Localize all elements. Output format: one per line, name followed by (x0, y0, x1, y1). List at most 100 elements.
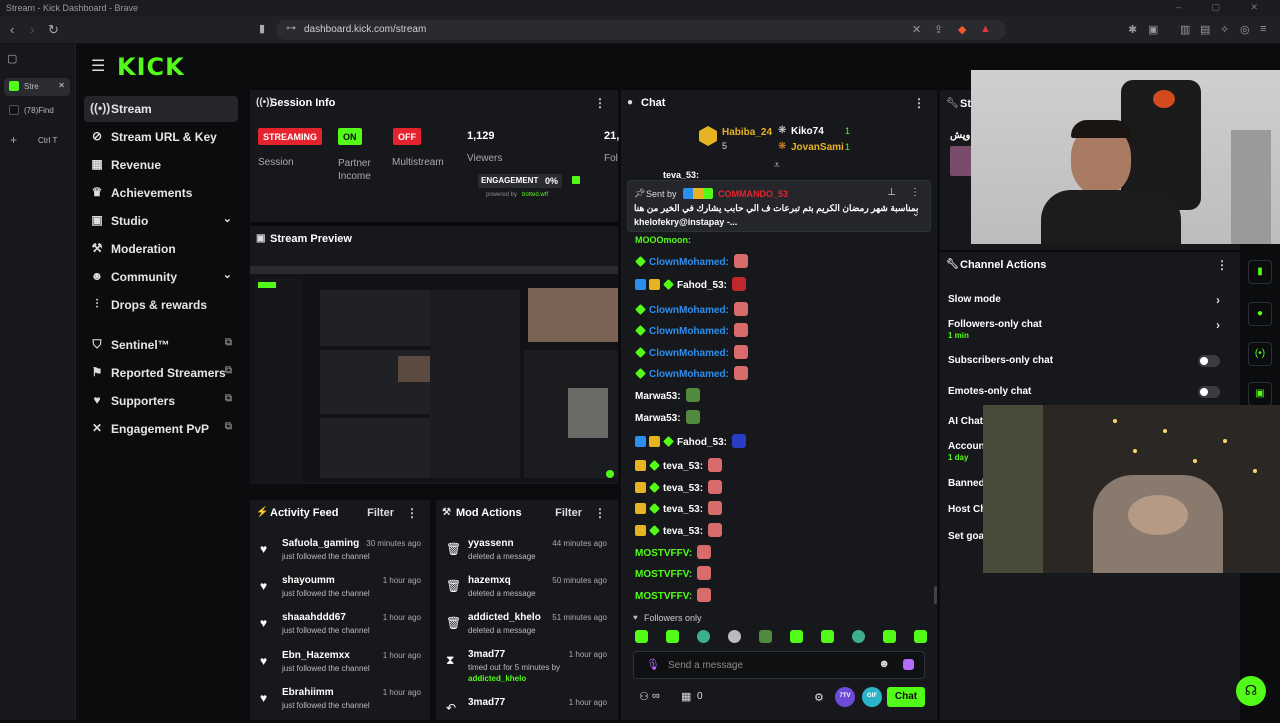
multistream-badge[interactable]: OFF (393, 128, 421, 145)
camera-icon[interactable]: ▣ (1248, 382, 1272, 406)
chat-scrollbar[interactable] (934, 586, 937, 604)
mod-action-username[interactable]: addicted_khelo (468, 612, 541, 623)
settings-gear-icon[interactable]: ⚙ (814, 691, 824, 704)
collapse-icon[interactable]: ⩡ (774, 160, 780, 171)
more-options-icon[interactable]: ⋮ (594, 96, 606, 110)
chat-username[interactable]: ClownMohamed: (649, 326, 729, 337)
tab-close-icon[interactable]: ✕ (58, 81, 65, 90)
emote-icon[interactable] (759, 630, 772, 643)
store-icon[interactable]: ▦ (681, 690, 691, 703)
sidebar-item-stream[interactable]: ((•)) Stream (84, 96, 238, 122)
sidebar-item-moderation[interactable]: ⚒ Moderation (84, 236, 238, 262)
more-options-icon[interactable]: ⋮ (913, 96, 925, 110)
emoji-icon[interactable]: ☻ (878, 658, 890, 670)
activity-username[interactable]: shayoumm (282, 575, 335, 586)
chat-username[interactable]: teva_53: (663, 461, 703, 472)
leo-icon[interactable]: ✧ (1220, 23, 1229, 36)
unpin-icon[interactable]: ⊥ (887, 187, 896, 198)
clip-icon[interactable]: ▮ (1248, 260, 1272, 284)
sidebar-item-studio[interactable]: ▣ Studio ⌄ (84, 208, 238, 234)
vpn-icon[interactable]: ◎ (1240, 23, 1250, 36)
chat-username[interactable]: ClownMohamed: (649, 257, 729, 268)
bot-icon[interactable] (903, 659, 914, 670)
chat-bubble-icon[interactable]: ● (1248, 302, 1272, 326)
refresh-icon[interactable] (572, 176, 580, 184)
emotes-only-toggle[interactable] (1198, 386, 1220, 398)
emote-icon[interactable] (790, 630, 803, 643)
broadcast-icon[interactable]: (•) (1248, 342, 1272, 366)
chat-username[interactable]: MOSTVFFV: (635, 548, 692, 559)
chat-username[interactable]: teva_53: (663, 504, 703, 515)
mod-action-moderator[interactable]: addicted_khelo (468, 674, 526, 683)
chat-username[interactable]: Fahod_53: (677, 437, 727, 448)
more-options-icon[interactable]: ⋮ (406, 506, 418, 520)
chat-username[interactable]: ClownMohamed: (649, 369, 729, 380)
site-info-icon[interactable]: ⊶ (286, 23, 296, 34)
sidebar-toggle-icon[interactable]: ▥ (1180, 23, 1190, 36)
emote-icon[interactable] (697, 630, 710, 643)
bookmark-icon[interactable]: ▮ (259, 22, 265, 35)
chat-username[interactable]: Marwa53: (635, 391, 681, 402)
sidebar-item-community[interactable]: ☻ Community ⌄ (84, 264, 238, 290)
reload-icon[interactable]: ↻ (48, 22, 59, 38)
sidebar-item-engagement-pvp[interactable]: ✕ Engagement PvP ⧉ (84, 416, 238, 442)
sidebar-item-supporters[interactable]: ♥ Supporters ⧉ (84, 388, 238, 414)
chat-username[interactable]: teva_53: (663, 526, 703, 537)
activity-username[interactable]: Ebrahiimm (282, 687, 334, 698)
chat-username[interactable]: ClownMohamed: (649, 305, 729, 316)
sidebar-panel-icon[interactable]: ▢ (7, 52, 17, 65)
chat-username[interactable]: MOSTVFFV: (635, 591, 692, 602)
gif-button[interactable]: GIF (862, 687, 882, 707)
slow-mode-row[interactable]: Slow mode › (948, 293, 1224, 314)
stub-thumbnail[interactable] (950, 146, 972, 176)
more-options-icon[interactable]: ⋮ (1216, 258, 1228, 272)
sidebar-item-drops-rewards[interactable]: ⫶ Drops & rewards (84, 292, 238, 318)
chat-username[interactable]: teva_53: (663, 170, 699, 180)
activity-username[interactable]: Safuola_gaming (282, 538, 359, 549)
banned-row[interactable]: Banned (948, 478, 988, 498)
ai-chat-row[interactable]: AI Chat (948, 416, 988, 436)
top-gifter-3-name[interactable]: JovanSami (791, 142, 844, 153)
more-options-icon[interactable]: ⋮ (594, 506, 606, 520)
7tv-button[interactable]: 7TV (835, 687, 855, 707)
emote-icon[interactable] (821, 630, 834, 643)
wallet-icon[interactable]: ▤ (1200, 23, 1210, 36)
hamburger-icon[interactable]: ☰ (91, 56, 105, 76)
send-chat-button[interactable]: Chat (887, 687, 925, 707)
chevron-down-icon[interactable]: ⌄ (223, 268, 232, 281)
address-bar[interactable]: ⊶ dashboard.kick.com/stream (276, 20, 1006, 40)
extensions-icon[interactable]: ✱ (1128, 23, 1137, 36)
emote-icon[interactable] (728, 630, 741, 643)
host-channel-row[interactable]: Host Ch (948, 504, 988, 524)
mod-action-username[interactable]: 3mad77 (468, 697, 505, 708)
tab-stream[interactable]: Stre ✕ (4, 78, 70, 96)
sidebar-item-reported-streamers[interactable]: ⚑ Reported Streamers ⧉ (84, 360, 238, 386)
followers-only-row[interactable]: Followers-only chat 1 min › (948, 318, 1224, 343)
mod-action-username[interactable]: hazemxq (468, 575, 511, 586)
sidebar-item-stream-url-key[interactable]: ⊘ Stream URL & Key (84, 124, 238, 150)
partner-income-badge[interactable]: ON (338, 128, 362, 145)
emote-icon[interactable] (883, 630, 896, 643)
mod-action-username[interactable]: yyassenn (468, 538, 514, 549)
chat-username[interactable]: ClownMohamed: (649, 348, 729, 359)
chat-username[interactable]: MOSTVFFV: (635, 569, 692, 580)
back-icon[interactable]: ‹ (10, 22, 14, 37)
subscribers-only-toggle[interactable] (1198, 355, 1220, 367)
emote-icon[interactable] (914, 630, 927, 643)
emote-icon[interactable] (635, 630, 648, 643)
window-controls[interactable]: – ▢ ✕ (1176, 2, 1272, 13)
filter-button[interactable]: Filter (555, 507, 582, 519)
filter-button[interactable]: Filter (367, 507, 394, 519)
chat-username[interactable]: Fahod_53: (677, 280, 727, 291)
activity-username[interactable]: shaaahddd67 (282, 612, 346, 623)
chat-username[interactable]: teva_53: (663, 483, 703, 494)
more-options-icon[interactable]: ⋮ (910, 187, 920, 198)
screenshot-icon[interactable]: ▣ (1148, 23, 1158, 36)
menu-icon[interactable]: ≡ (1260, 23, 1266, 35)
account-age-row[interactable]: Accoun 1 day (948, 441, 988, 465)
chevron-down-icon[interactable]: ⌄ (912, 208, 920, 219)
chat-input[interactable]: 🎙︎ Send a message ☻ (633, 651, 925, 679)
brave-shields-icon[interactable]: ◆ (958, 23, 966, 36)
pinned-author[interactable]: COMMANDO_53 (718, 189, 788, 199)
top-gifter-1-name[interactable]: Habiba_24 (722, 127, 772, 138)
